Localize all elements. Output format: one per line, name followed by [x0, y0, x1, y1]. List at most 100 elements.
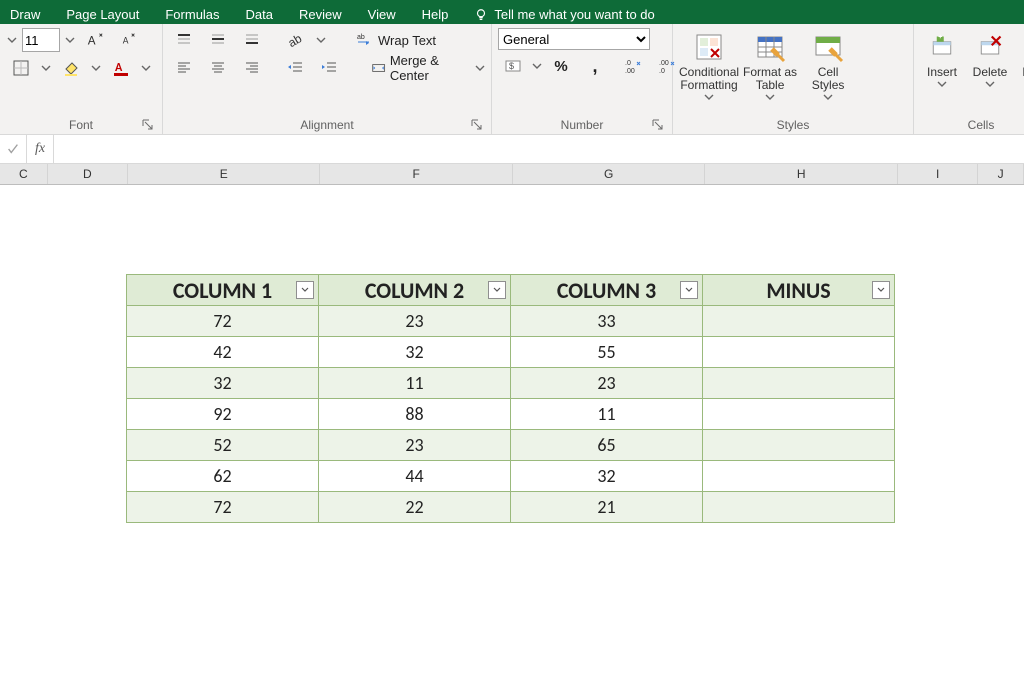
font-dialog-launcher[interactable] [142, 119, 154, 131]
insert-button[interactable]: Insert [920, 28, 964, 106]
orientation-button[interactable] [281, 28, 311, 52]
table-header[interactable]: MINUS [703, 275, 895, 306]
column-header-E[interactable]: E [128, 164, 320, 184]
group-label-cells: Cells [920, 116, 1024, 134]
filter-button[interactable] [680, 281, 698, 299]
number-format-select[interactable]: General [498, 28, 650, 50]
font-size-input[interactable] [22, 28, 60, 52]
tell-me-search[interactable]: Tell me what you want to do [474, 7, 654, 22]
font-size-dd[interactable] [64, 35, 76, 45]
table-cell[interactable]: 23 [319, 430, 511, 461]
table-cell[interactable] [703, 430, 895, 461]
align-middle-button[interactable] [203, 28, 233, 52]
fill-color-dd[interactable] [90, 63, 102, 73]
font-color-dd[interactable] [140, 63, 152, 73]
column-header-H[interactable]: H [705, 164, 897, 184]
borders-dd[interactable] [40, 63, 52, 73]
tab-help[interactable]: Help [422, 7, 449, 22]
borders-button[interactable] [6, 56, 36, 80]
merge-center-button[interactable]: Merge & Center [368, 56, 471, 80]
increase-font-size-button[interactable] [80, 28, 110, 52]
table-cell[interactable]: 52 [127, 430, 319, 461]
conditional-formatting-button[interactable]: Conditional Formatting [679, 28, 739, 106]
percent-button[interactable]: % [546, 54, 576, 78]
cell-styles-button[interactable]: Cell Styles [801, 28, 855, 106]
table-cell[interactable]: 32 [511, 461, 703, 492]
accounting-icon [504, 57, 522, 75]
filter-button[interactable] [296, 281, 314, 299]
table-cell[interactable]: 32 [127, 368, 319, 399]
formula-enter-button[interactable] [0, 135, 27, 163]
align-left-button[interactable] [169, 56, 199, 80]
table-cell[interactable]: 88 [319, 399, 511, 430]
table-cell[interactable]: 44 [319, 461, 511, 492]
align-bottom-button[interactable] [237, 28, 267, 52]
table-cell[interactable] [703, 306, 895, 337]
column-header-G[interactable]: G [513, 164, 705, 184]
delete-button[interactable]: Delete [968, 28, 1012, 106]
filter-button[interactable] [872, 281, 890, 299]
tab-page-layout[interactable]: Page Layout [66, 7, 139, 22]
format-as-table-button[interactable]: Format as Table [743, 28, 797, 106]
format-button[interactable]: F [1016, 28, 1024, 106]
column-header-C[interactable]: C [0, 164, 48, 184]
accounting-dd[interactable] [532, 61, 542, 71]
column-header-F[interactable]: F [320, 164, 512, 184]
table-cell[interactable]: 33 [511, 306, 703, 337]
table-cell[interactable]: 62 [127, 461, 319, 492]
column-header-D[interactable]: D [48, 164, 128, 184]
alignment-dialog-launcher[interactable] [471, 119, 483, 131]
comma-style-button[interactable]: , [580, 54, 610, 78]
table-cell[interactable]: 42 [127, 337, 319, 368]
table-cell[interactable]: 11 [319, 368, 511, 399]
table-cell[interactable]: 55 [511, 337, 703, 368]
table-header[interactable]: COLUMN 2 [319, 275, 511, 306]
tab-data[interactable]: Data [246, 7, 273, 22]
font-name-dd[interactable] [6, 35, 18, 45]
align-right-button[interactable] [237, 56, 267, 80]
table-cell[interactable]: 65 [511, 430, 703, 461]
table-cell[interactable] [703, 368, 895, 399]
column-header-I[interactable]: I [898, 164, 978, 184]
increase-indent-button[interactable] [314, 56, 344, 80]
table-cell[interactable]: 11 [511, 399, 703, 430]
font-color-button[interactable] [106, 56, 136, 80]
table-cell[interactable]: 72 [127, 306, 319, 337]
table-cell[interactable]: 23 [511, 368, 703, 399]
filter-button[interactable] [488, 281, 506, 299]
increase-decimal-button[interactable] [618, 54, 648, 78]
table-cell[interactable]: 72 [127, 492, 319, 523]
wrap-text-button[interactable]: Wrap Text [353, 28, 439, 52]
table-cell[interactable] [703, 492, 895, 523]
table-row: 321123 [127, 368, 895, 399]
merge-dd[interactable] [475, 63, 485, 73]
tab-draw[interactable]: Draw [10, 7, 40, 22]
decrease-font-size-button[interactable] [114, 28, 144, 52]
align-middle-icon [210, 32, 226, 48]
worksheet[interactable]: COLUMN 1COLUMN 2COLUMN 3MINUS 7223334232… [0, 185, 1024, 694]
fx-label[interactable]: fx [27, 135, 54, 163]
table-cell[interactable] [703, 399, 895, 430]
wrap-text-label: Wrap Text [378, 33, 436, 48]
tab-review[interactable]: Review [299, 7, 342, 22]
table-cell[interactable]: 32 [319, 337, 511, 368]
column-header-J[interactable]: J [978, 164, 1024, 184]
align-top-button[interactable] [169, 28, 199, 52]
table-cell[interactable] [703, 461, 895, 492]
table-header[interactable]: COLUMN 3 [511, 275, 703, 306]
table-cell[interactable]: 92 [127, 399, 319, 430]
number-dialog-launcher[interactable] [652, 119, 664, 131]
orientation-dd[interactable] [315, 35, 327, 45]
tab-formulas[interactable]: Formulas [165, 7, 219, 22]
table-cell[interactable] [703, 337, 895, 368]
table-cell[interactable]: 21 [511, 492, 703, 523]
table-cell[interactable]: 22 [319, 492, 511, 523]
tab-view[interactable]: View [368, 7, 396, 22]
fill-color-button[interactable] [56, 56, 86, 80]
formula-input[interactable] [54, 136, 1024, 162]
accounting-format-button[interactable] [498, 54, 528, 78]
align-center-button[interactable] [203, 56, 233, 80]
table-cell[interactable]: 23 [319, 306, 511, 337]
decrease-indent-button[interactable] [280, 56, 310, 80]
table-header[interactable]: COLUMN 1 [127, 275, 319, 306]
